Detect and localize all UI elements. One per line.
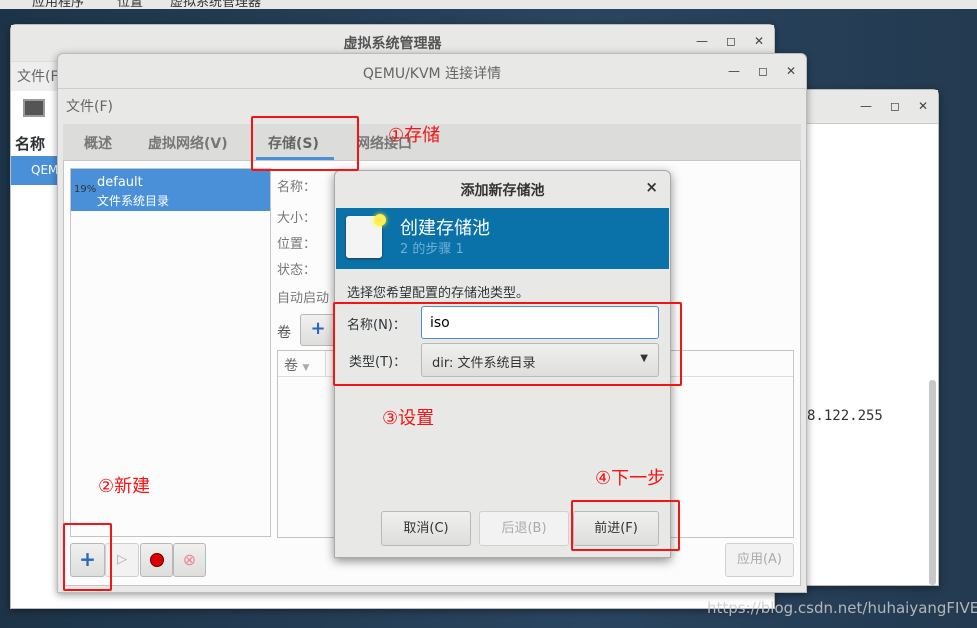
apply-button[interactable]: 应用(A) [725, 543, 794, 577]
sort-icon: ▼ [302, 363, 310, 373]
annotation-box-next [571, 500, 680, 551]
add-volume-button[interactable]: + [300, 314, 336, 346]
annotation-box-new [63, 523, 112, 591]
prompt-text: 选择您希望配置的存储池类型。 [347, 286, 530, 301]
list-header: 名称 [15, 135, 46, 153]
menu-virt-manager[interactable]: 虚拟系统管理器 [170, 0, 261, 9]
menu-places[interactable]: 位置 [117, 0, 143, 9]
field-state-label: 状态： [277, 263, 317, 278]
window-controls[interactable]: — ◻ ✕ [696, 34, 764, 48]
pool-name: default [97, 175, 143, 190]
stop-icon [149, 553, 164, 567]
column-header-volume[interactable]: 卷 ▼ [278, 351, 326, 377]
window-title: QEMU/KVM 连接详情 [362, 66, 502, 82]
annotation-settings: ③设置 [382, 408, 435, 429]
tab-overview[interactable]: 概述 [84, 133, 112, 153]
window-controls[interactable]: — ◻ ✕ [728, 64, 796, 78]
window-title: 虚拟系统管理器 [343, 36, 442, 52]
field-name-label: 名称： [277, 180, 317, 195]
annotation-next: ④下一步 [595, 468, 666, 489]
connection-row[interactable]: QEM [11, 156, 61, 185]
annotation-storage: ①存储 [388, 125, 441, 146]
banner-title: 创建存储池 [400, 218, 490, 239]
top-bar: 应用程序 位置 虚拟系统管理器 [0, 0, 977, 9]
tab-virtual-networks[interactable]: 虚拟网络(V) [148, 133, 228, 153]
star-icon [374, 214, 386, 226]
close-icon[interactable]: × [645, 178, 658, 196]
dialog-title: 添加新存储池 [460, 183, 545, 199]
menu-file[interactable]: 文件(F [17, 66, 59, 86]
field-size-label: 大小： [277, 211, 317, 226]
background-window: — ◻ ✕ 8.122.255 [800, 89, 939, 586]
delete-pool-button[interactable]: ⊗ [173, 543, 206, 577]
pool-usage: 19% [74, 184, 97, 195]
annotation-new: ②新建 [98, 476, 151, 497]
back-button[interactable]: 后退(B) [479, 511, 569, 546]
new-vm-icon[interactable] [23, 99, 45, 117]
menu-applications[interactable]: 应用程序 [32, 0, 84, 9]
wizard-banner: 创建存储池 2 的步骤 1 [336, 208, 669, 269]
pool-row-default[interactable]: 19% default 文件系统目录 [71, 169, 270, 211]
menu-file[interactable]: 文件(F) [66, 96, 113, 116]
column-label: 卷 [284, 358, 298, 374]
ip-text: 8.122.255 [807, 408, 883, 424]
window-controls[interactable]: — ◻ ✕ [860, 99, 928, 113]
pool-type: 文件系统目录 [97, 194, 170, 208]
annotation-box-settings [333, 302, 682, 386]
stop-pool-button[interactable] [140, 543, 173, 577]
watermark: https://blog.csdn.net/huhaiyangFIVE [707, 599, 977, 617]
scrollbar[interactable] [929, 380, 936, 585]
volumes-label: 卷 [277, 325, 291, 341]
field-location-label: 位置： [277, 237, 317, 252]
cancel-button[interactable]: 取消(C) [381, 511, 471, 546]
banner-step: 2 的步骤 1 [400, 242, 464, 257]
field-autostart-label: 自动启动 [277, 291, 330, 306]
annotation-box-storage [251, 116, 359, 171]
